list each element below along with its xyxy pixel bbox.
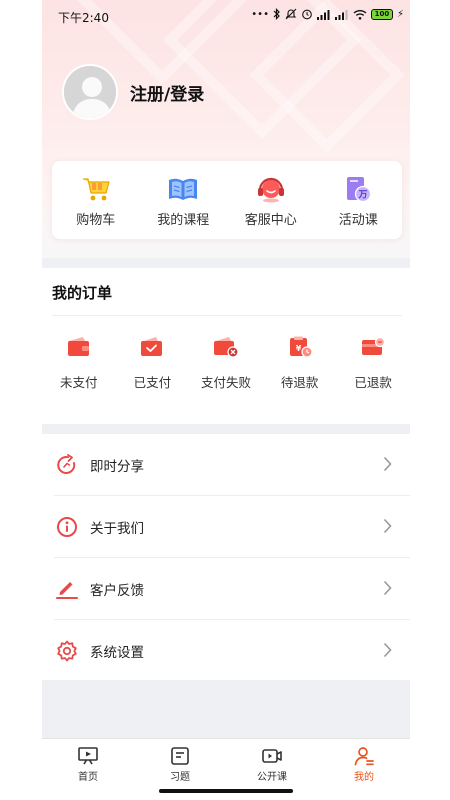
quick-links-card: 购物车 我的课程 客服中心 万 活动课 xyxy=(52,161,402,239)
order-status-pending-refund[interactable]: ¥ 待退款 xyxy=(265,336,335,391)
home-presentation-icon xyxy=(78,747,98,765)
menu-item-label: 客户反馈 xyxy=(90,583,144,599)
section-separator xyxy=(42,258,410,268)
exercise-list-icon xyxy=(171,747,189,765)
wallet-paid-icon xyxy=(141,337,163,356)
menu-item-label: 即时分享 xyxy=(90,459,144,475)
menu-item-system-settings[interactable]: 系统设置 xyxy=(42,620,410,682)
chevron-right-icon xyxy=(383,642,392,658)
orders-section-title: 我的订单 xyxy=(52,284,113,302)
status-bar: 下午2:40 ••• 100 ⚡ xyxy=(42,0,410,32)
menu-item-label: 关于我们 xyxy=(90,521,144,537)
order-status-refunded[interactable]: 已退款 xyxy=(338,336,408,391)
tab-label: 首页 xyxy=(78,772,98,783)
chevron-right-icon xyxy=(383,518,392,534)
order-status-payment-failed[interactable]: 支付失败 xyxy=(191,336,261,391)
svg-text:¥: ¥ xyxy=(295,344,301,353)
wifi-icon xyxy=(353,9,367,20)
avatar[interactable] xyxy=(62,64,118,120)
chevron-right-icon xyxy=(383,580,392,596)
order-status-paid[interactable]: 已支付 xyxy=(117,336,187,391)
quick-link-label: 我的课程 xyxy=(157,213,210,228)
menu-item-customer-feedback[interactable]: 客户反馈 xyxy=(42,558,410,620)
order-status-row: 未支付 已支付 支付失败 ¥ 待退款 已退款 xyxy=(42,336,410,391)
alarm-icon xyxy=(302,9,312,20)
pen-feedback-icon xyxy=(56,578,78,600)
wallet-failed-icon xyxy=(213,337,239,358)
home-indicator xyxy=(159,789,293,793)
pending-refund-icon: ¥ xyxy=(289,336,313,358)
quick-link-label: 购物车 xyxy=(76,213,116,228)
page-bottom-background xyxy=(42,680,410,738)
quick-link-cart[interactable]: 购物车 xyxy=(56,175,136,228)
status-icons: ••• 100 ⚡ xyxy=(251,8,404,20)
settings-menu: 即时分享 关于我们 客户反馈 系统设置 xyxy=(42,434,410,682)
quick-link-label: 客服中心 xyxy=(244,213,297,228)
chevron-right-icon xyxy=(383,456,392,472)
share-icon xyxy=(56,454,78,476)
gear-icon xyxy=(56,640,78,662)
more-dots-icon: ••• xyxy=(251,8,269,20)
order-status-label: 已支付 xyxy=(133,375,172,390)
refunded-card-icon xyxy=(362,336,386,355)
tab-mine[interactable]: 我的 xyxy=(318,739,410,800)
charging-bolt-icon: ⚡ xyxy=(396,8,404,20)
app-screen: 下午2:40 ••• 100 ⚡ 注册/登录 购物车 我的课程 客服中心 万 活… xyxy=(42,0,410,800)
quick-link-my-courses[interactable]: 我的课程 xyxy=(143,175,223,228)
video-camera-icon xyxy=(262,749,282,763)
quick-link-customer-service[interactable]: 客服中心 xyxy=(231,175,311,228)
menu-item-about-us[interactable]: 关于我们 xyxy=(42,496,410,558)
activity-course-icon: 万 xyxy=(347,177,372,203)
bluetooth-icon xyxy=(273,8,280,20)
info-icon xyxy=(56,516,78,538)
svg-text:万: 万 xyxy=(358,190,368,201)
order-status-unpaid[interactable]: 未支付 xyxy=(44,336,114,391)
order-status-label: 已退款 xyxy=(354,375,392,390)
order-status-label: 支付失败 xyxy=(200,375,251,390)
menu-item-label: 系统设置 xyxy=(90,645,144,661)
headset-icon xyxy=(257,177,284,203)
mute-icon xyxy=(285,8,297,20)
tab-label: 公开课 xyxy=(257,772,287,783)
menu-item-instant-share[interactable]: 即时分享 xyxy=(42,434,410,496)
order-status-label: 待退款 xyxy=(280,375,319,390)
quick-link-activity-course[interactable]: 万 活动课 xyxy=(318,175,398,228)
battery-icon: 100 xyxy=(370,8,393,20)
tab-home[interactable]: 首页 xyxy=(42,739,134,800)
signal-icon-2 xyxy=(334,9,348,20)
wallet-unpaid-icon xyxy=(67,337,89,356)
status-time: 下午2:40 xyxy=(58,11,109,25)
open-book-icon xyxy=(169,178,198,200)
divider xyxy=(52,315,402,316)
order-status-label: 未支付 xyxy=(60,375,98,390)
quick-link-label: 活动课 xyxy=(338,213,378,228)
tab-label: 习题 xyxy=(170,772,190,783)
shopping-cart-icon xyxy=(82,178,110,201)
section-separator xyxy=(42,424,410,434)
login-register-link[interactable]: 注册/登录 xyxy=(130,80,204,105)
user-profile-icon xyxy=(354,747,374,766)
tab-label: 我的 xyxy=(354,772,374,783)
signal-icon xyxy=(316,9,330,20)
